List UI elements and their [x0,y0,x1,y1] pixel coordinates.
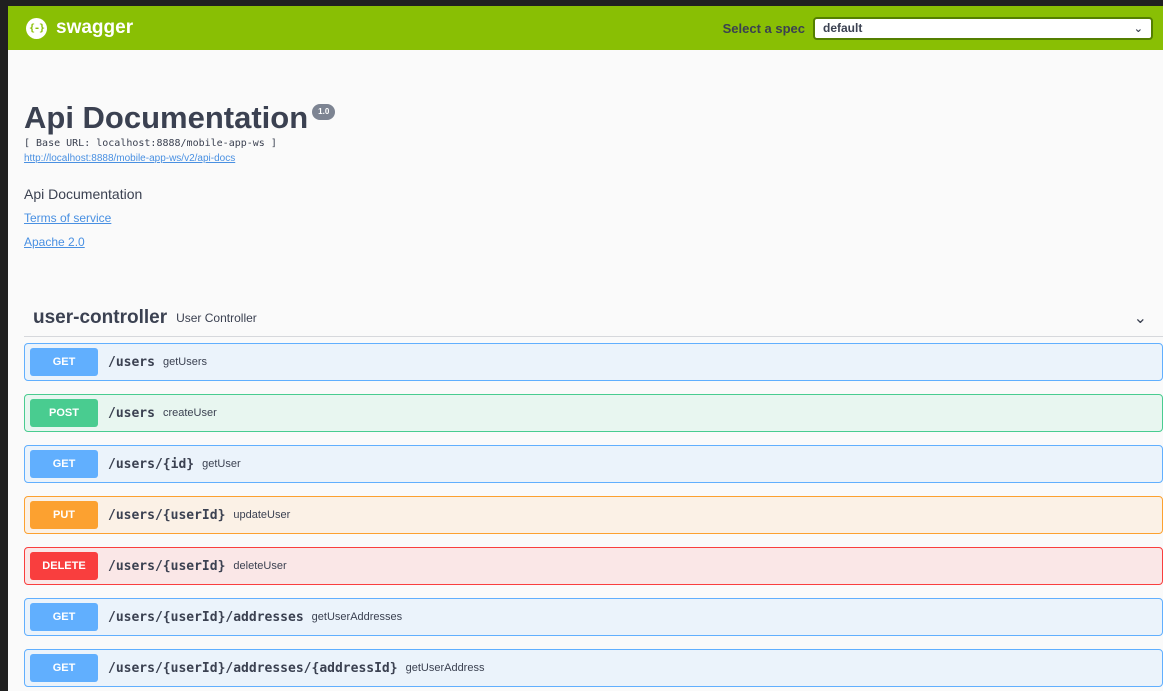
operation-summary: createUser [162,407,217,419]
operation-path: /users [108,405,155,421]
operation-delete-user[interactable]: DELETE /users/{userId} deleteUser [24,547,1163,585]
swagger-page: {-} swagger Select a spec default ⌄ Api … [8,6,1163,691]
spec-selector: Select a spec default ⌄ [722,16,1153,40]
chevron-down-icon: ⌄ [1133,22,1143,35]
swagger-logo[interactable]: {-} swagger [26,17,133,39]
api-info: Api Documentation 1.0 [ Base URL: localh… [8,50,1163,249]
chevron-down-icon[interactable]: ⌄ [1134,308,1147,328]
api-docs-link[interactable]: http://localhost:8888/mobile-app-ws/v2/a… [24,153,1163,164]
operation-summary: getUser [202,458,241,470]
operation-summary: deleteUser [233,560,287,572]
tag-description: User Controller [176,310,257,325]
method-badge: GET [30,348,98,376]
base-url: [ Base URL: localhost:8888/mobile-app-ws… [24,138,277,149]
terms-of-service-link[interactable]: Terms of service [24,211,1163,225]
method-badge: DELETE [30,552,98,580]
tag-name: user-controller [33,306,168,328]
operation-get-users[interactable]: GET /users getUsers [24,343,1163,381]
operation-summary: updateUser [233,509,291,521]
method-badge: PUT [30,501,98,529]
spec-select-label: Select a spec [722,20,805,36]
operation-path: /users/{userId} [108,507,226,523]
operation-put-user[interactable]: PUT /users/{userId} updateUser [24,496,1163,534]
method-badge: POST [30,399,98,427]
operation-summary: getUserAddresses [311,611,403,623]
operation-path: /users [108,354,155,370]
method-badge: GET [30,654,98,682]
tag-header[interactable]: user-controller User Controller ⌄ [24,299,1163,337]
operation-path: /users/{userId}/addresses [108,609,304,625]
operation-path: /users/{userId} [108,558,226,574]
title-row: Api Documentation 1.0 [24,100,1163,136]
page-title: Api Documentation [24,100,309,135]
swagger-logo-text: swagger [56,17,134,38]
operation-path: /users/{id} [108,456,195,472]
method-badge: GET [30,450,98,478]
method-badge: GET [30,603,98,631]
license-link[interactable]: Apache 2.0 [24,235,1163,249]
operation-get-user-addresses[interactable]: GET /users/{userId}/addresses getUserAdd… [24,598,1163,636]
tag-section-user-controller: user-controller User Controller ⌄ GET /u… [24,299,1163,687]
spec-select-dropdown[interactable]: default ⌄ [813,16,1153,40]
swagger-logo-icon: {-} [26,17,47,39]
spec-select-value: default [823,21,863,35]
operations-list: GET /users getUsers POST /users createUs… [24,343,1163,687]
api-description: Api Documentation [24,186,143,202]
operation-post-users[interactable]: POST /users createUser [24,394,1163,432]
operation-summary: getUsers [162,356,207,368]
version-badge: 1.0 [312,104,336,120]
operation-summary: getUserAddress [405,662,485,674]
operation-get-user-address[interactable]: GET /users/{userId}/addresses/{addressId… [24,649,1163,687]
operation-path: /users/{userId}/addresses/{addressId} [108,660,398,676]
topbar: {-} swagger Select a spec default ⌄ [8,6,1163,50]
operation-get-user[interactable]: GET /users/{id} getUser [24,445,1163,483]
